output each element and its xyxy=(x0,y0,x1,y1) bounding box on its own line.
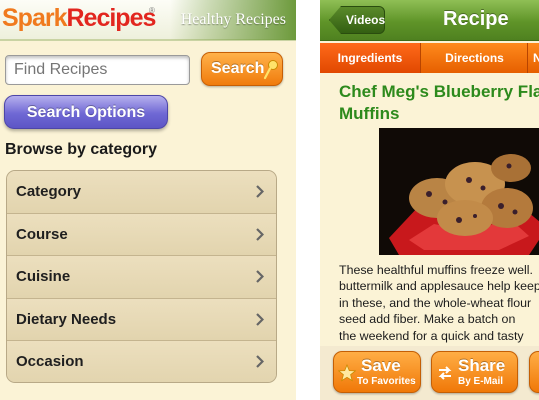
more-action-button[interactable] xyxy=(529,351,539,393)
tab-nutrition[interactable]: Nutrition xyxy=(529,43,539,73)
save-label: Save xyxy=(361,356,401,375)
chevron-right-icon xyxy=(256,270,264,283)
spoon-icon xyxy=(263,60,278,80)
recipe-description: These healthful muffins freeze well. but… xyxy=(339,263,539,343)
app-header: SparkRecipes ® Healthy Recipes xyxy=(0,0,296,41)
chevron-right-icon xyxy=(256,313,264,326)
category-item-course[interactable]: Course xyxy=(7,213,276,257)
category-item-category[interactable]: Category xyxy=(7,171,276,214)
recipe-screen: Videos Recipe Ingredients Directions Nut… xyxy=(320,0,539,400)
chevron-right-icon xyxy=(256,355,264,369)
category-item-occasion[interactable]: Occasion xyxy=(7,341,276,382)
chevron-right-icon xyxy=(256,227,264,241)
tab-directions[interactable]: Directions xyxy=(422,43,528,73)
category-label: Cuisine xyxy=(16,268,71,286)
browse-heading: Browse by category xyxy=(5,141,158,158)
recipe-photo xyxy=(379,128,539,255)
sparkrecipes-logo: SparkRecipes xyxy=(2,4,156,33)
category-list: Category Course Cuisine Dietary Needs Oc… xyxy=(6,170,277,383)
chevron-right-icon xyxy=(256,185,264,198)
tab-bar: Ingredients Directions Nutrition xyxy=(320,43,539,73)
save-to-favorites-button[interactable]: Save To Favorites xyxy=(333,351,421,393)
registered-mark-icon: ® xyxy=(149,6,155,15)
logo-recipes-text: Recipes xyxy=(66,4,156,32)
search-screen: SparkRecipes ® Healthy Recipes Search Se… xyxy=(0,0,296,400)
search-button[interactable]: Search xyxy=(201,52,283,86)
category-label: Course xyxy=(16,225,68,243)
category-label: Category xyxy=(16,183,82,200)
search-options-button[interactable]: Search Options xyxy=(4,95,168,129)
muffins-image xyxy=(379,128,539,255)
navigation-bar: Videos Recipe xyxy=(320,0,539,41)
back-button[interactable]: Videos xyxy=(329,6,385,34)
search-button-label: Search xyxy=(211,60,265,77)
search-input[interactable] xyxy=(5,55,190,85)
share-by-email-button[interactable]: Share By E-Mail xyxy=(431,351,518,393)
action-bar: Save To Favorites Share By E-Mail xyxy=(320,346,539,400)
category-label: Occasion xyxy=(16,353,84,371)
save-sublabel: To Favorites xyxy=(357,376,416,387)
back-button-label: Videos xyxy=(346,13,386,27)
share-arrows-icon xyxy=(438,366,452,380)
share-label: Share xyxy=(458,356,506,375)
category-item-dietary-needs[interactable]: Dietary Needs xyxy=(7,298,276,342)
header-tagline: Healthy Recipes xyxy=(180,11,286,28)
star-icon xyxy=(338,364,356,382)
logo-spark-text: Spark xyxy=(2,4,67,32)
tab-ingredients[interactable]: Ingredients xyxy=(320,43,421,73)
screen-divider xyxy=(296,0,320,400)
share-sublabel: By E-Mail xyxy=(458,376,504,387)
category-item-cuisine[interactable]: Cuisine xyxy=(7,256,276,299)
recipe-title: Chef Meg's Blueberry Flax Muffins xyxy=(339,82,539,123)
category-label: Dietary Needs xyxy=(16,310,117,328)
nav-title: Recipe xyxy=(443,8,509,30)
